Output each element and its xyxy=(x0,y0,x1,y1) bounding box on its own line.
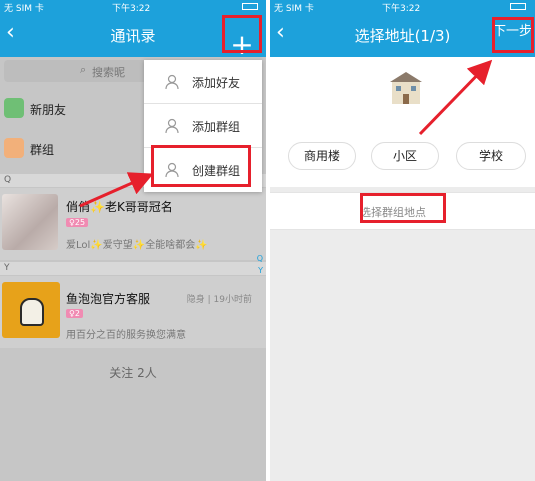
contact-signature: 用百分之百的服务换您满意 xyxy=(66,330,186,341)
follow-count: 关注 2人 xyxy=(109,366,157,380)
battery-icon xyxy=(510,3,526,10)
menu-label: 添加好友 xyxy=(192,76,241,90)
add-friend-icon xyxy=(165,74,179,90)
gender-badge: ♀25 xyxy=(66,218,89,227)
menu-label: 添加群组 xyxy=(192,120,241,134)
search-icon: ⌕ xyxy=(80,63,87,76)
gender-badge: ♀2 xyxy=(66,309,83,318)
contact-name: 俏俏✨老K哥哥冠名 xyxy=(66,200,173,214)
group-icon xyxy=(4,138,24,158)
index-letter-y[interactable]: Y xyxy=(258,266,263,275)
contact-name: 鱼泡泡官方客服 xyxy=(66,292,151,306)
online-status: 隐身 | 19小时前 xyxy=(186,295,252,305)
status-bar: 无 SIM 卡 下午3:22 xyxy=(0,0,266,14)
section-header-y: Y xyxy=(0,262,266,275)
status-bar: 无 SIM 卡 下午3:22 xyxy=(270,0,535,14)
battery-icon xyxy=(242,3,258,10)
entry-label: 群组 xyxy=(30,143,55,157)
search-placeholder: 搜索昵 xyxy=(92,66,125,79)
highlight-next-button xyxy=(492,17,534,53)
highlight-add-button xyxy=(222,15,262,53)
entry-label: 新朋友 xyxy=(30,103,67,117)
building-icon xyxy=(390,72,422,104)
contact-signature: 爱Lol✨爱守望✨全能啥都会✨ xyxy=(66,240,208,251)
option-school[interactable]: 学校 xyxy=(456,142,526,170)
contact-row[interactable]: 鱼泡泡官方客服 隐身 | 19小时前 ♀2 用百分之百的服务换您满意 xyxy=(0,276,266,348)
menu-add-friend[interactable]: 添加好友 xyxy=(144,60,262,104)
add-group-icon xyxy=(165,118,179,134)
option-commercial[interactable]: 商用楼 xyxy=(288,142,356,170)
highlight-create-group xyxy=(151,145,251,187)
left-screen: 无 SIM 卡 下午3:22 ‹ 通讯录 + 搜索昵 ⌕ 新朋友 群组 Q 俏俏… xyxy=(0,0,266,481)
menu-add-group[interactable]: 添加群组 xyxy=(144,104,262,148)
highlight-location-field xyxy=(360,193,446,223)
contact-row[interactable]: 俏俏✨老K哥哥冠名 ♀25 爱Lol✨爱守望✨全能啥都会✨ xyxy=(0,188,266,260)
option-community[interactable]: 小区 xyxy=(371,142,439,170)
avatar xyxy=(2,282,60,338)
avatar xyxy=(2,194,58,250)
new-friend-icon xyxy=(4,98,24,118)
right-screen: 无 SIM 卡 下午3:22 ‹ 选择地址(1/3) 下一步 商用楼 小区 学校 xyxy=(270,0,535,481)
